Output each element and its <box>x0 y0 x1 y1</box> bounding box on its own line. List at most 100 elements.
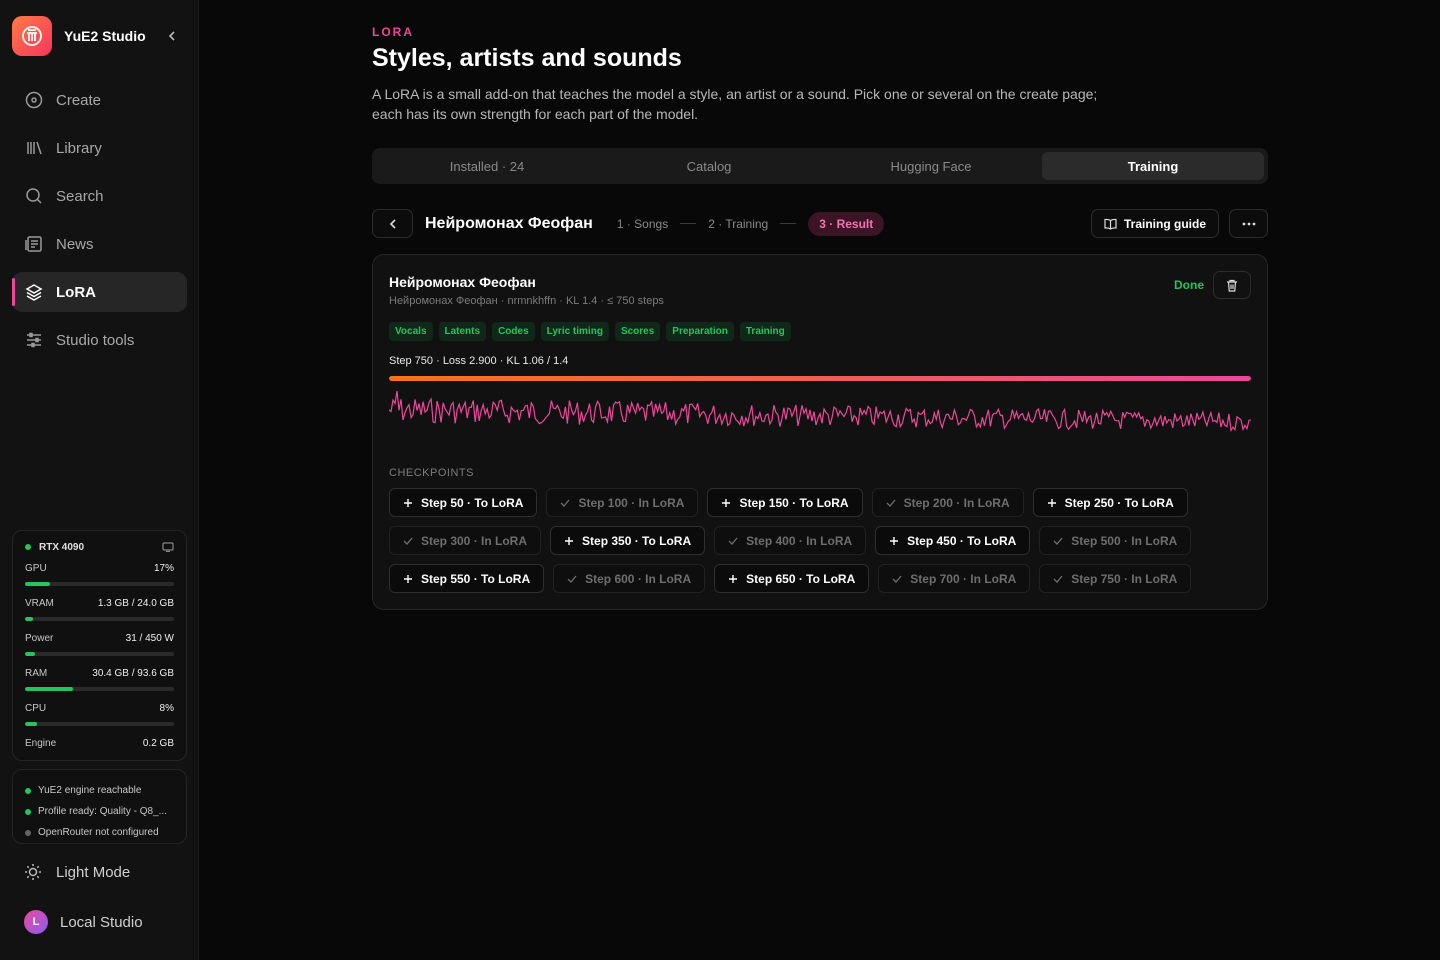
nav-item-library[interactable]: Library <box>12 128 187 168</box>
status-line: OpenRouter not configured <box>25 822 174 843</box>
check-icon <box>1053 575 1063 583</box>
checkpoint-label: Step 650 · To LoRA <box>746 571 856 586</box>
chevron-left-icon <box>168 31 175 41</box>
training-stepper: Нейромонах Феофан 1 · Songs 2 · Training… <box>372 209 1268 238</box>
checkpoint-label: Step 350 · To LoRA <box>582 533 692 548</box>
stat-power: Power 31 / 450 W <box>25 633 174 668</box>
job-title: Нейромонах Феофан <box>389 274 536 290</box>
stat-value: 0.2 GB <box>142 738 174 749</box>
checkpoint-in-lora-button[interactable]: Step 500 · In LoRA <box>1039 526 1192 555</box>
stat-bar <box>25 687 174 691</box>
training-guide-button[interactable]: Training guide <box>1090 209 1219 238</box>
plus-icon <box>728 574 738 584</box>
checkpoint-in-lora-button[interactable]: Step 300 · In LoRA <box>389 526 542 555</box>
stat-value: 17% <box>153 563 174 574</box>
check-icon <box>892 575 902 583</box>
checkpoint-label: Step 50 · To LoRA <box>421 495 524 510</box>
more-icon <box>1242 222 1255 225</box>
checkpoint-list: Step 50 · To LoRA Step 100 · In LoRA Step … <box>389 488 1251 593</box>
nav-item-news[interactable]: News <box>12 224 187 264</box>
delete-button[interactable] <box>1213 271 1251 299</box>
stat-bar <box>25 617 174 621</box>
stat-bar-fill <box>25 617 34 621</box>
step-separator <box>780 223 797 224</box>
check-icon <box>886 499 896 507</box>
check-icon <box>567 575 577 583</box>
stage-chip: Preparation <box>666 322 734 341</box>
nav-item-label: News <box>56 235 94 253</box>
gpu-status-dot <box>25 544 31 550</box>
monitor-icon[interactable] <box>162 542 174 553</box>
theme-toggle-button[interactable]: Light Mode <box>24 860 130 884</box>
stat-label: Engine <box>25 738 57 749</box>
check-icon <box>560 499 570 507</box>
checkpoint-label: Step 550 · To LoRA <box>421 571 531 586</box>
nav-item-label: Create <box>56 91 102 109</box>
nav-item-create[interactable]: Create <box>12 80 187 120</box>
stat-cpu: CPU 8% <box>25 703 174 738</box>
layers-icon <box>24 282 44 302</box>
status-line: YuE2 engine reachable <box>25 780 174 801</box>
stat-value: 31 / 450 W <box>125 633 174 644</box>
checkpoint-label: Step 200 · In LoRA <box>903 495 1010 510</box>
tab-installed[interactable]: Installed · 24 <box>376 152 598 180</box>
avatar: L <box>24 910 48 934</box>
checkpoint-in-lora-button[interactable]: Step 750 · In LoRA <box>1039 564 1192 593</box>
stat-ram: RAM 30.4 GB / 93.6 GB <box>25 668 174 703</box>
training-result-card: Нейромонах Феофан Нейромонах Феофан · nr… <box>372 254 1268 610</box>
tab-hugging-face[interactable]: Hugging Face <box>820 152 1042 180</box>
nav-item-studio-tools[interactable]: Studio tools <box>12 320 187 360</box>
checkpoint-in-lora-button[interactable]: Step 700 · In LoRA <box>878 564 1031 593</box>
checkpoint-label: Step 450 · To LoRA <box>907 533 1017 548</box>
check-icon <box>1053 537 1063 545</box>
checkpoint-to-lora-button[interactable]: Step 350 · To LoRA <box>550 526 706 555</box>
checkpoint-to-lora-button[interactable]: Step 650 · To LoRA <box>714 564 870 593</box>
status-text: YuE2 engine reachable <box>38 785 142 796</box>
stat-gpu: GPU 17% <box>25 563 174 598</box>
nav-item-label: Library <box>56 139 102 157</box>
checkpoint-to-lora-button[interactable]: Step 50 · To LoRA <box>389 488 538 517</box>
stat-bar-fill <box>25 722 37 726</box>
checkpoint-in-lora-button[interactable]: Step 400 · In LoRA <box>714 526 867 555</box>
checkpoint-to-lora-button[interactable]: Step 550 · To LoRA <box>389 564 545 593</box>
checkpoint-in-lora-button[interactable]: Step 100 · In LoRA <box>546 488 699 517</box>
service-status-panel: YuE2 engine reachable Profile ready: Qua… <box>12 769 187 844</box>
checkpoint-in-lora-button[interactable]: Step 200 · In LoRA <box>871 488 1024 517</box>
step-training[interactable]: 2 · Training <box>708 217 768 231</box>
stage-chip: Latents <box>438 322 487 341</box>
checkpoint-in-lora-button[interactable]: Step 600 · In LoRA <box>553 564 706 593</box>
system-stats-panel: RTX 4090 GPU 17% VRAM 1.3 GB / 24.0 GB Pow… <box>12 530 187 761</box>
progress-bar-fill <box>389 376 1251 381</box>
collapse-sidebar-button[interactable] <box>162 26 182 46</box>
status-line: Profile ready: Quality - Q8_... <box>25 801 174 822</box>
checkpoint-label: Step 700 · In LoRA <box>910 571 1017 586</box>
step-result[interactable]: 3 · Result <box>808 211 885 236</box>
more-options-button[interactable] <box>1229 209 1268 238</box>
stat-bar-fill <box>25 687 74 691</box>
checkpoint-label: Step 500 · In LoRA <box>1071 533 1178 548</box>
nav-item-search[interactable]: Search <box>12 176 187 216</box>
checkpoint-to-lora-button[interactable]: Step 250 · To LoRA <box>1032 488 1188 517</box>
back-button[interactable] <box>372 209 413 238</box>
tab-training[interactable]: Training <box>1042 152 1264 180</box>
plus-icon <box>564 536 574 546</box>
stage-chip: Training <box>739 322 791 341</box>
step-songs[interactable]: 1 · Songs <box>617 217 668 231</box>
stat-bar <box>25 652 174 656</box>
tab-catalog[interactable]: Catalog <box>598 152 820 180</box>
check-icon <box>403 537 413 545</box>
stat-bar <box>25 582 174 586</box>
news-icon <box>24 234 44 254</box>
checkpoint-to-lora-button[interactable]: Step 450 · To LoRA <box>875 526 1031 555</box>
status-dot <box>25 829 31 836</box>
job-subtitle: Нейромонах Феофан · nrmnkhffn · KL 1.4 ·… <box>389 295 664 307</box>
page-description: A LoRA is a small add-on that teaches th… <box>372 86 1098 122</box>
stat-bar <box>25 722 174 726</box>
loss-curve-chart <box>389 390 1251 433</box>
nav-item-lora[interactable]: LoRA <box>12 272 187 312</box>
theme-toggle-label: Light Mode <box>56 863 131 881</box>
profile-button[interactable]: L Local Studio <box>24 910 143 934</box>
plus-icon <box>403 498 413 508</box>
stage-chip: Vocals <box>389 322 433 341</box>
checkpoint-to-lora-button[interactable]: Step 150 · To LoRA <box>707 488 863 517</box>
